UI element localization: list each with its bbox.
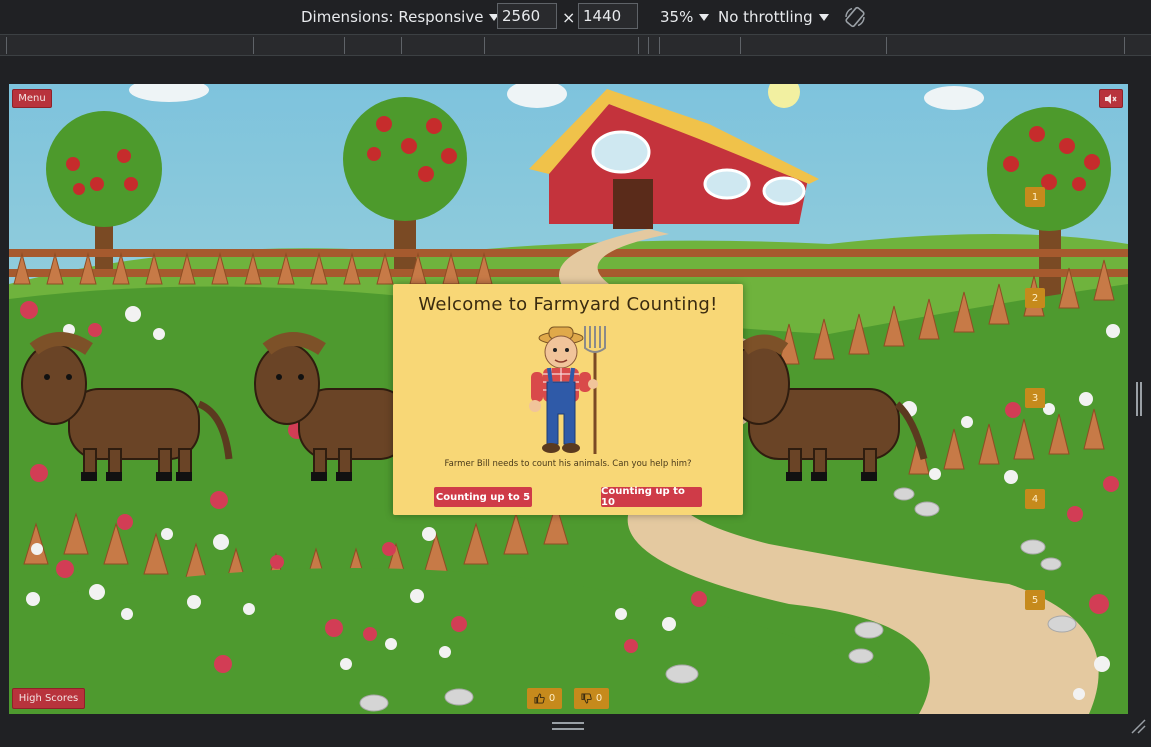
counter-2[interactable]: 2 [1025,288,1045,308]
high-scores-button[interactable]: High Scores [12,688,85,709]
thumbs-up-count: 0 [548,693,556,704]
media-query-ruler[interactable] [0,34,1151,56]
throttling-dropdown[interactable]: No throttling [718,0,829,34]
chevron-down-icon [818,13,829,21]
mute-button[interactable] [1099,89,1123,108]
counter-3[interactable]: 3 [1025,388,1045,408]
throttling-label: No throttling [718,8,813,26]
right-resize-handle[interactable] [1136,382,1142,416]
dimensions-dropdown[interactable]: Dimensions: Responsive [301,0,500,34]
zoom-dropdown[interactable]: 35% [660,0,710,34]
thumbs-up-icon [534,693,545,704]
zoom-label: 35% [660,8,694,26]
counter-4[interactable]: 4 [1025,489,1045,509]
counting-up-to-10-button[interactable]: Counting up to 10 [601,486,702,508]
modal-subtitle: Farmer Bill needs to count his animals. … [444,459,692,469]
times-sign: × [562,7,576,27]
chevron-down-icon [699,13,710,21]
counter-5[interactable]: 5 [1025,590,1045,610]
thumbs-up-button[interactable]: 0 [527,688,562,709]
thumbs-down-count: 0 [595,693,603,704]
thumbs-down-button[interactable]: 0 [574,688,609,709]
bottom-resize-handle[interactable] [552,722,584,730]
menu-button[interactable]: Menu [12,89,52,108]
farmer-bill-illustration [529,326,606,454]
dimensions-label: Dimensions: Responsive [301,8,484,26]
counting-up-to-5-button[interactable]: Counting up to 5 [434,487,532,507]
height-input[interactable]: 1440 [578,3,638,29]
speaker-mute-icon [1105,93,1117,104]
counter-1[interactable]: 1 [1025,187,1045,207]
width-input[interactable]: 2560 [497,3,557,29]
welcome-modal: Welcome to Farmyard Counting! Farmer Bil… [393,284,743,515]
thumbs-down-icon [581,693,592,704]
corner-resize-icon[interactable] [1130,718,1146,734]
rotate-icon[interactable] [843,5,867,29]
devtools-toolbar: Dimensions: Responsive 2560 × 1440 35% N… [0,0,1151,34]
emulated-viewport: Menu 1 2 3 4 5 High Scores 0 0 Welcome t… [9,84,1128,714]
modal-title: Welcome to Farmyard Counting! [418,294,718,315]
